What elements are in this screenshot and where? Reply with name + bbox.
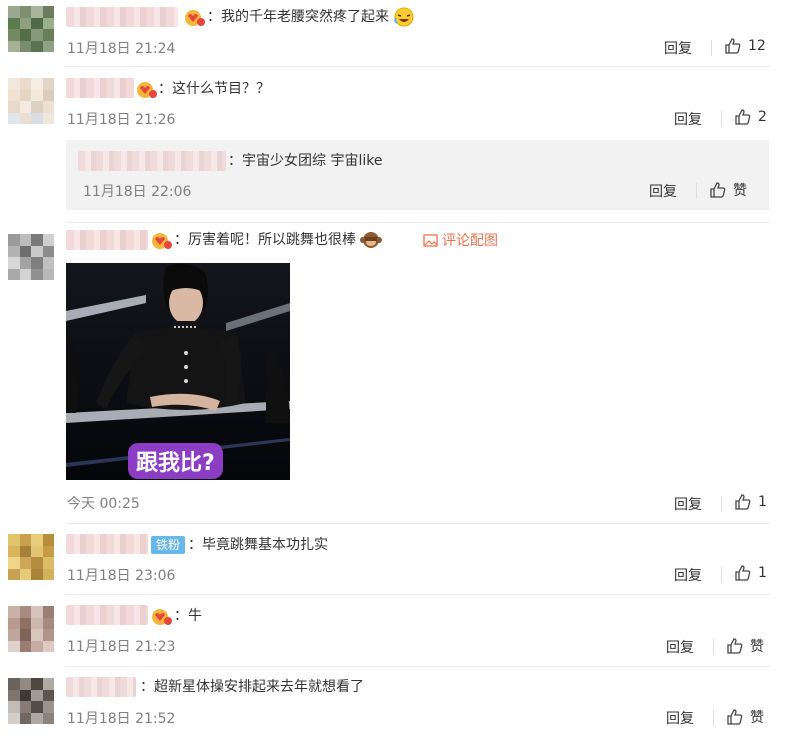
like-button[interactable]: 2 [734,108,767,126]
thumbs-up-icon [735,494,751,510]
username-blurred[interactable] [66,7,178,27]
like-button[interactable]: 赞 [709,180,747,200]
image-caption: 跟我比? [128,443,223,479]
username-blurred[interactable] [66,78,134,98]
like-count: 赞 [750,639,764,655]
comment-time: 11月18日 21:24 [67,41,176,57]
avatar[interactable] [8,534,54,580]
comment-divider [66,222,770,223]
sub-reply-box: ：宇宙少女团综 宇宙like 11月18日 22:06 回复 赞 [66,140,769,210]
like-button[interactable]: 1 [734,493,767,511]
thumbs-up-icon [710,182,726,198]
thumbs-up-icon [735,109,751,125]
username-blurred[interactable] [66,605,148,625]
avatar[interactable] [8,234,54,280]
comment-text: ：超新星体操安排起来去年就想看了 [140,679,364,695]
comment-divider [66,66,770,67]
like-count: 1 [758,494,767,510]
thumbs-up-icon [725,38,741,54]
sub-reply-text: ：宇宙少女团综 宇宙like [228,153,383,169]
comment-text: ：这什么节目？？ [158,81,270,97]
like-count: 1 [758,565,767,581]
like-count: 赞 [733,183,747,199]
divider [711,40,712,56]
comment-time: 11月18日 23:06 [67,568,176,584]
username-blurred[interactable] [66,677,136,697]
image-link-label: 评论配图 [442,233,498,249]
like-button[interactable]: 12 [724,37,766,55]
fan-badge: 铁粉 [151,536,185,554]
username-blurred[interactable] [66,230,148,250]
thumbs-up-icon [735,565,751,581]
heart-face-vip-icon [152,609,172,625]
reply-button[interactable]: 回复 [664,38,692,58]
avatar[interactable] [8,678,54,724]
divider [721,496,722,512]
comment-time: 11月18日 21:26 [67,112,176,128]
comment-image[interactable]: 跟我比? [66,263,290,480]
avatar[interactable] [8,6,54,52]
comment-text: ：厉害着呢！所以跳舞也很棒 [174,230,383,250]
like-button[interactable]: 赞 [726,636,764,656]
reply-button[interactable]: 回复 [666,708,694,728]
like-count: 2 [758,109,767,125]
comment-text-content: ：厉害着呢！所以跳舞也很棒 [174,232,356,248]
like-button[interactable]: 1 [734,564,767,582]
sub-reply-time: 11月18日 22:06 [83,184,192,200]
heart-face-vip-icon [152,233,172,249]
username-blurred[interactable] [66,534,148,554]
comment-text: ：我的千年老腰突然疼了起来 [207,7,415,27]
heart-face-vip-icon [185,10,205,26]
comment-time: 11月18日 21:23 [67,639,176,655]
comment-text: ：牛 [174,608,202,624]
thumbs-up-icon [727,709,743,725]
divider [713,710,714,726]
divider [721,567,722,583]
comment-time: 今天 00:25 [67,496,140,512]
username-blurred[interactable] [78,151,226,171]
comment-image-link[interactable]: 评论配图 [423,230,498,250]
reply-button[interactable]: 回复 [674,494,702,514]
reply-button[interactable]: 回复 [674,565,702,585]
like-count: 赞 [750,710,764,726]
avatar[interactable] [8,78,54,124]
monkey-emoji [360,232,383,248]
laughing-face-emoji [394,7,414,27]
avatar[interactable] [8,606,54,652]
divider [721,111,722,127]
comment-text-content: ：我的千年老腰突然疼了起来 [207,9,389,25]
comment-divider [66,594,770,595]
reply-button[interactable]: 回复 [649,181,677,201]
comment-divider [66,666,770,667]
like-count: 12 [748,38,766,54]
heart-face-vip-icon [137,82,157,98]
thumbs-up-icon [727,638,743,654]
divider [696,183,697,199]
reply-button[interactable]: 回复 [666,637,694,657]
like-button[interactable]: 赞 [726,707,764,727]
reply-button[interactable]: 回复 [674,109,702,129]
comment-time: 11月18日 21:52 [67,711,176,727]
divider [713,639,714,655]
comment-text: ：毕竟跳舞基本功扎实 [188,537,328,553]
comment-divider [66,523,770,524]
image-icon [423,233,438,247]
